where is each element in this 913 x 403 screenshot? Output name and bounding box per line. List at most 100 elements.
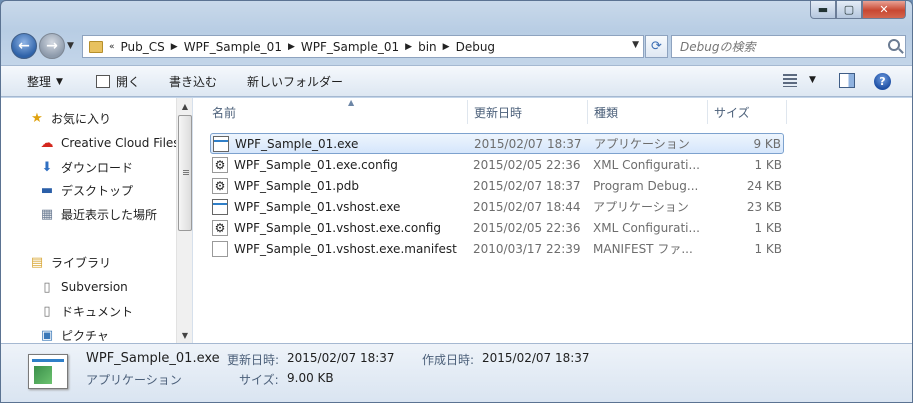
file-date: 2015/02/07 18:37 bbox=[473, 178, 581, 193]
search-input[interactable] bbox=[680, 39, 880, 54]
config-icon: ⚙ bbox=[212, 219, 228, 236]
pdb-icon: ⚙ bbox=[212, 177, 228, 194]
file-name: WPF_Sample_01.exe.config bbox=[234, 157, 398, 172]
details-created-value: 2015/02/07 18:37 bbox=[482, 351, 590, 365]
details-created-label: 作成日時: bbox=[422, 353, 475, 367]
breadcrumb-wpf-sample-01-project[interactable]: WPF_Sample_01 bbox=[301, 40, 399, 54]
file-name: WPF_Sample_01.pdb bbox=[234, 178, 359, 193]
caption-buttons: ▬ ▢ ✕ bbox=[810, 1, 906, 19]
explorer-window: ▬ ▢ ✕ ← → ▼ « Pub_CS ▶ WPF_Sample_01 ▶ W… bbox=[0, 0, 913, 403]
search-icon[interactable] bbox=[888, 39, 900, 51]
file-name: WPF_Sample_01.exe bbox=[235, 136, 359, 151]
application-icon bbox=[28, 354, 68, 389]
sidebar-item-label: お気に入り bbox=[51, 111, 112, 126]
file-type: XML Configurati... bbox=[593, 220, 700, 235]
file-name: WPF_Sample_01.vshost.exe.manifest bbox=[234, 241, 457, 256]
sidebar-item-label: デスクトップ bbox=[61, 183, 134, 198]
help-icon[interactable]: ? bbox=[874, 73, 891, 90]
chevron-right-icon[interactable]: ▶ bbox=[165, 42, 184, 52]
file-date: 2015/02/05 22:36 bbox=[473, 220, 581, 235]
file-row[interactable]: WPF_Sample_01.vshost.exe.manifest 2010/0… bbox=[210, 238, 784, 259]
search-box[interactable] bbox=[671, 35, 906, 58]
sidebar-item-recent-places[interactable]: ▦ 最近表示した場所 bbox=[39, 204, 157, 224]
address-history-dropdown[interactable]: ▼ bbox=[632, 40, 639, 50]
chevron-right-icon[interactable]: ▶ bbox=[399, 42, 418, 52]
star-icon: ★ bbox=[31, 110, 43, 126]
scroll-down-icon[interactable]: ▼ bbox=[177, 327, 192, 343]
open-button[interactable]: 開く bbox=[96, 73, 140, 90]
open-label: 開く bbox=[116, 75, 141, 89]
new-folder-label: 新しいフォルダー bbox=[247, 75, 344, 89]
sidebar-scrollbar[interactable]: ▲ ▼ bbox=[176, 98, 192, 343]
file-row[interactable]: ⚙ WPF_Sample_01.vshost.exe.config 2015/02… bbox=[210, 217, 784, 238]
maximize-button[interactable]: ▢ bbox=[836, 1, 862, 19]
burn-button[interactable]: 書き込む bbox=[169, 73, 217, 90]
breadcrumb-bin[interactable]: bin bbox=[418, 40, 437, 54]
recent-pages-dropdown[interactable]: ▼ bbox=[67, 41, 74, 51]
details-modified-value: 2015/02/07 18:37 bbox=[287, 351, 395, 365]
column-header-label: サイズ bbox=[714, 105, 750, 120]
address-bar[interactable]: « Pub_CS ▶ WPF_Sample_01 ▶ WPF_Sample_01… bbox=[82, 35, 644, 58]
sidebar-item-desktop[interactable]: ▬ デスクトップ bbox=[39, 180, 133, 200]
details-size-value: 9.00 KB bbox=[287, 371, 334, 385]
breadcrumb-debug[interactable]: Debug bbox=[456, 40, 495, 54]
column-divider[interactable] bbox=[467, 100, 468, 124]
file-type: アプリケーション bbox=[594, 137, 690, 151]
column-divider[interactable] bbox=[707, 100, 708, 124]
view-options-dropdown[interactable]: ▼ bbox=[809, 75, 816, 85]
minimize-button[interactable]: ▬ bbox=[810, 1, 836, 19]
view-options-icon[interactable] bbox=[783, 74, 797, 87]
file-name: WPF_Sample_01.vshost.exe.config bbox=[234, 220, 441, 235]
column-divider[interactable] bbox=[587, 100, 588, 124]
chevron-right-icon[interactable]: ▶ bbox=[282, 42, 301, 52]
exe-icon bbox=[213, 135, 229, 152]
creative-cloud-icon: ☁ bbox=[40, 135, 54, 151]
sidebar-item-documents[interactable]: ▯ ドキュメント bbox=[39, 301, 133, 321]
desktop-icon: ▬ bbox=[40, 182, 54, 198]
file-row[interactable]: ⚙ WPF_Sample_01.pdb 2015/02/07 18:37 Prog… bbox=[210, 175, 784, 196]
back-button[interactable]: ← bbox=[11, 33, 37, 59]
sidebar-item-libraries[interactable]: ▤ ライブラリ bbox=[29, 252, 111, 272]
scroll-up-icon[interactable]: ▲ bbox=[177, 98, 192, 114]
breadcrumb-pub-cs[interactable]: Pub_CS bbox=[121, 40, 165, 54]
sort-ascending-icon: ▲ bbox=[348, 98, 355, 107]
column-header-label: 更新日時 bbox=[474, 105, 523, 120]
breadcrumb-overflow[interactable]: « bbox=[103, 42, 121, 52]
organize-button[interactable]: 整理 ▼ bbox=[27, 73, 63, 90]
burn-label: 書き込む bbox=[169, 75, 218, 89]
preview-pane-icon[interactable] bbox=[839, 73, 855, 88]
file-date: 2015/02/07 18:44 bbox=[473, 199, 581, 214]
close-button[interactable]: ✕ bbox=[862, 1, 906, 19]
sidebar-item-label: Creative Cloud Files bbox=[61, 136, 180, 150]
scrollbar-thumb[interactable] bbox=[178, 115, 192, 231]
pictures-icon: ▣ bbox=[40, 327, 54, 343]
file-type: XML Configurati... bbox=[593, 157, 700, 172]
file-row[interactable]: ⚙ WPF_Sample_01.exe.config 2015/02/05 22:… bbox=[210, 154, 784, 175]
refresh-button[interactable]: ⟳ bbox=[645, 35, 668, 58]
chevron-right-icon[interactable]: ▶ bbox=[437, 42, 456, 52]
sidebar-item-favorites[interactable]: ★ お気に入り bbox=[29, 108, 111, 128]
command-bar: 整理 ▼ 開く 書き込む 新しいフォルダー ▼ ? bbox=[1, 65, 912, 97]
column-header-name[interactable]: 名前 ▲ bbox=[212, 98, 467, 124]
folder-icon bbox=[89, 40, 103, 53]
navigation-bar: ← → ▼ « Pub_CS ▶ WPF_Sample_01 ▶ WPF_Sam… bbox=[9, 31, 906, 61]
forward-button[interactable]: → bbox=[39, 33, 65, 59]
column-header-date[interactable]: 更新日時 bbox=[474, 100, 587, 124]
breadcrumb-wpf-sample-01[interactable]: WPF_Sample_01 bbox=[184, 40, 282, 54]
sidebar-item-creative-cloud[interactable]: ☁ Creative Cloud Files bbox=[39, 133, 180, 153]
new-folder-button[interactable]: 新しいフォルダー bbox=[247, 73, 343, 90]
file-name-cell: WPF_Sample_01.exe bbox=[213, 135, 359, 152]
details-modified-label: 更新日時: bbox=[227, 353, 280, 367]
column-divider[interactable] bbox=[786, 100, 787, 124]
column-header-size[interactable]: サイズ bbox=[714, 100, 786, 124]
chevron-down-icon: ▼ bbox=[67, 41, 74, 51]
document-icon bbox=[212, 240, 228, 257]
file-row[interactable]: WPF_Sample_01.vshost.exe 2015/02/07 18:4… bbox=[210, 196, 784, 217]
column-header-type[interactable]: 種類 bbox=[594, 100, 707, 124]
file-row-selected[interactable]: WPF_Sample_01.exe 2015/02/07 18:37 アプリケー… bbox=[210, 133, 784, 154]
sidebar-item-downloads[interactable]: ⬇ ダウンロード bbox=[39, 157, 133, 177]
sidebar-item-subversion[interactable]: ▯ Subversion bbox=[39, 277, 127, 297]
sidebar-item-pictures[interactable]: ▣ ピクチャ bbox=[39, 325, 109, 343]
recent-places-icon: ▦ bbox=[40, 206, 54, 222]
sidebar-item-label: ドキュメント bbox=[61, 304, 134, 319]
